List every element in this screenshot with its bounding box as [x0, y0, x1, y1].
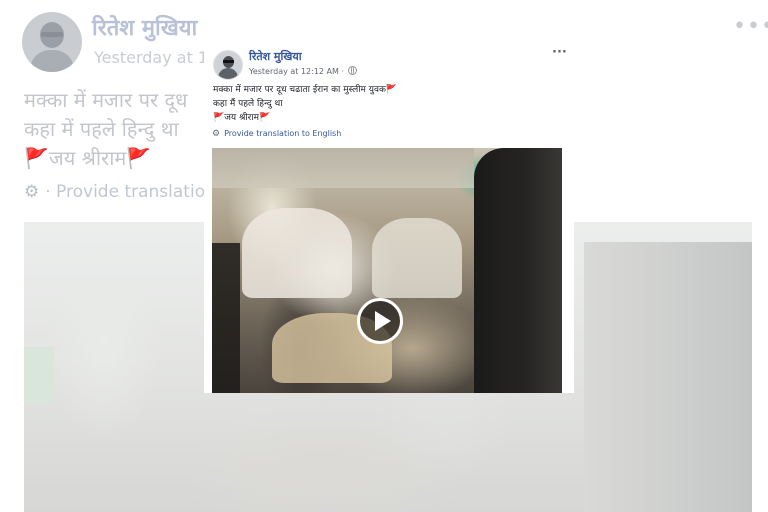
author-name-link[interactable]: रितेश मुखिया — [249, 49, 302, 64]
background-post-text: मक्का में मजार पर दूध कहा में पहले हिन्द… — [24, 88, 188, 170]
background-more-options-icon: ••• — [733, 14, 768, 39]
background-avatar — [22, 12, 82, 72]
video-player[interactable] — [212, 148, 562, 393]
play-button[interactable] — [357, 298, 403, 344]
translate-link[interactable]: ⚙ Provide translation to English — [212, 129, 341, 139]
avatar[interactable] — [213, 50, 243, 80]
background-author-name: रितेश मुखिया — [92, 16, 198, 41]
timestamp[interactable]: Yesterday at 12:12 AM · — [249, 66, 358, 76]
more-options-icon[interactable]: ··· — [552, 45, 567, 60]
background-timestamp: Yesterday at 1 — [94, 48, 209, 67]
background-translate-label: · Provide translation — [45, 182, 216, 202]
translate-label[interactable]: Provide translation to English — [224, 129, 341, 138]
timestamp-text[interactable]: Yesterday at 12:12 AM · — [249, 67, 344, 76]
background-gear-icon: ⚙ — [24, 182, 40, 202]
globe-icon — [348, 66, 358, 75]
play-icon — [375, 311, 391, 331]
background-translate-link: ⚙ · Provide translation — [24, 182, 216, 202]
gear-icon: ⚙ — [212, 129, 221, 139]
post-text: मक्का में मजार पर दूध चढाता ईरान का मुस्… — [213, 85, 398, 123]
